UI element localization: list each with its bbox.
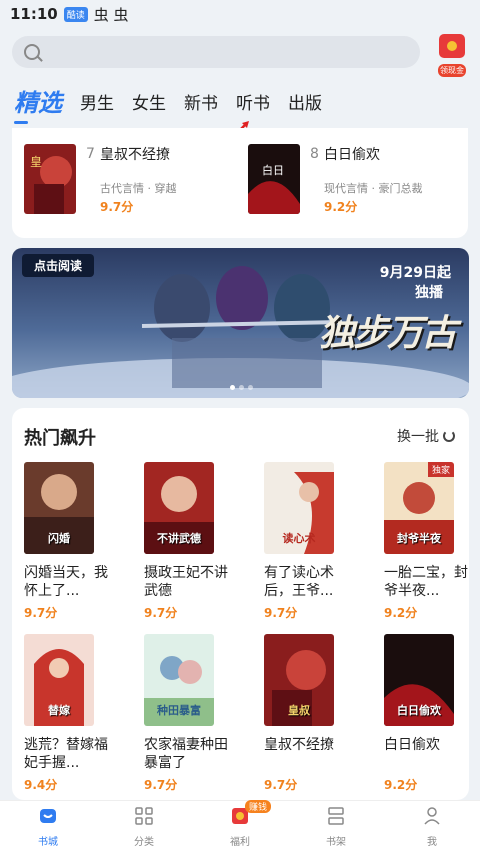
earn-money-badge: 赚钱 [245, 800, 272, 813]
read-now-button[interactable]: 点击阅读 [22, 254, 95, 277]
book-title: 皇叔不经撩 [100, 147, 170, 163]
book-cover: 替嫁 [24, 634, 94, 726]
book-tags: 现代言情 · 豪门总裁 [324, 182, 423, 195]
book-item[interactable]: 替嫁 逃荒？替嫁福妃手握... 9.4分 [24, 634, 114, 793]
status-bar: 11:10 酷读 虫 虫 [0, 0, 480, 28]
hot-rising-section: 热门飙升 换一批 闪婚 闪婚当天，我怀上了... 9.7分 不讲武德 摄政王妃不… [12, 408, 469, 800]
book-item[interactable]: 闪婚 闪婚当天，我怀上了... 9.7分 [24, 462, 114, 621]
banner-exclusive: 独播 [415, 285, 443, 301]
book-cover: 种田暴富 [144, 634, 214, 726]
book-score: 9.7分 [264, 778, 298, 792]
search-icon [24, 44, 40, 60]
book-score: 9.7分 [264, 606, 298, 620]
book-item[interactable]: 不讲武德 摄政王妃不讲武德 9.7分 [144, 462, 234, 621]
banner-date: 9月29日起 [379, 265, 451, 281]
claim-cash-button[interactable]: 领现金 [434, 34, 470, 77]
book-title: 皇叔不经撩 [264, 737, 334, 753]
tab-featured[interactable]: 精选 [14, 83, 62, 124]
book-cover: 白日偷欢 [384, 634, 454, 726]
rank-number: 8 [310, 146, 319, 162]
book-score: 9.2分 [324, 200, 358, 214]
nav-categories[interactable]: 分类 [109, 806, 179, 848]
book-score: 9.2分 [384, 778, 418, 792]
tab-published[interactable]: 出版 [288, 89, 322, 122]
refresh-icon [443, 430, 455, 442]
tab-male[interactable]: 男生 [80, 89, 114, 122]
banner-dot [239, 385, 244, 390]
categories-icon [135, 807, 153, 825]
book-item[interactable]: 皇叔 皇叔不经撩 9.7分 [264, 634, 354, 793]
ranking-item[interactable]: 皇 7 皇叔不经撩 古代言情 · 穿越 9.7分 [24, 144, 244, 216]
book-title: 农家福妻种田暴富了 [144, 737, 228, 771]
book-item[interactable]: 白日偷欢 白日偷欢 9.2分 [384, 634, 474, 793]
bookshelf-icon [328, 807, 344, 825]
book-score: 9.7分 [100, 200, 134, 214]
book-item[interactable]: 独家 封爷半夜 一胎二宝，封爷半夜... 9.2分 [384, 462, 474, 621]
user-icon [424, 807, 440, 825]
search-row: 领现金 [0, 30, 480, 77]
search-input[interactable] [12, 36, 420, 68]
book-item[interactable]: 种田暴富 农家福妻种田暴富了 9.7分 [144, 634, 234, 793]
book-cover: 不讲武德 [144, 462, 214, 554]
channel-tabs: 精选 男生 女生 新书 听书 出版 [0, 80, 480, 124]
nav-welfare[interactable]: 赚钱 福利 [205, 800, 275, 848]
tab-female[interactable]: 女生 [132, 89, 166, 122]
book-cover: 皇 [24, 144, 76, 214]
nav-bookshelf[interactable]: 书架 [301, 806, 371, 848]
book-title: 闪婚当天，我怀上了... [24, 565, 108, 599]
claim-cash-label: 领现金 [438, 64, 466, 77]
book-tags: 古代言情 · 穿越 [100, 182, 177, 195]
book-cover: 白日 [248, 144, 300, 214]
nav-profile[interactable]: 我 [397, 806, 467, 848]
bookstore-icon [40, 809, 56, 823]
book-score: 9.7分 [144, 606, 178, 620]
book-title: 摄政王妃不讲武德 [144, 565, 228, 599]
book-title: 白日偷欢 [384, 737, 440, 753]
ranking-card: 皇 7 皇叔不经撩 古代言情 · 穿越 9.7分 白日 8 白日偷欢 现代言情 … [12, 128, 468, 238]
banner-dot [248, 385, 253, 390]
notification-icons: 虫 虫 [93, 5, 129, 24]
svg-text:皇: 皇 [30, 155, 42, 169]
promo-banner[interactable]: 点击阅读 9月29日起 独播 独步万古 [12, 248, 469, 398]
book-score: 9.2分 [384, 606, 418, 620]
refresh-button[interactable]: 换一批 [397, 426, 455, 446]
book-cover: 闪婚 [24, 462, 94, 554]
status-time: 11:10 [10, 5, 58, 23]
book-score: 9.7分 [24, 606, 58, 620]
tab-new-books[interactable]: 新书 [184, 89, 218, 122]
book-title: 逃荒？替嫁福妃手握... [24, 737, 108, 771]
book-cover: 皇叔 [264, 634, 334, 726]
exclusive-badge: 独家 [427, 462, 454, 477]
book-title: 白日偷欢 [324, 147, 380, 163]
book-item[interactable]: 读心术 有了读心术后，王爷... 9.7分 [264, 462, 354, 621]
bottom-nav: 书城 分类 赚钱 福利 书架 我 [0, 800, 480, 853]
book-score: 9.4分 [24, 778, 58, 792]
rank-number: 7 [86, 146, 95, 162]
section-title: 热门飙升 [24, 428, 96, 449]
book-title: 有了读心术后，王爷... [264, 565, 334, 599]
ranking-item[interactable]: 白日 8 白日偷欢 现代言情 · 豪门总裁 9.2分 [248, 144, 468, 216]
banner-dot [230, 385, 235, 390]
svg-text:白日: 白日 [262, 163, 284, 177]
red-envelope-icon [439, 34, 465, 58]
book-cover: 读心术 [264, 462, 334, 554]
refresh-label: 换一批 [397, 429, 439, 445]
banner-pagination [230, 385, 257, 390]
book-title: 一胎二宝，封爷半夜... [384, 565, 468, 599]
book-cover: 独家 封爷半夜 [384, 462, 454, 554]
app-notification-icon: 酷读 [63, 6, 88, 22]
nav-bookstore[interactable]: 书城 [13, 806, 83, 848]
banner-logo: 独步万古 [318, 313, 457, 354]
book-score: 9.7分 [144, 778, 178, 792]
